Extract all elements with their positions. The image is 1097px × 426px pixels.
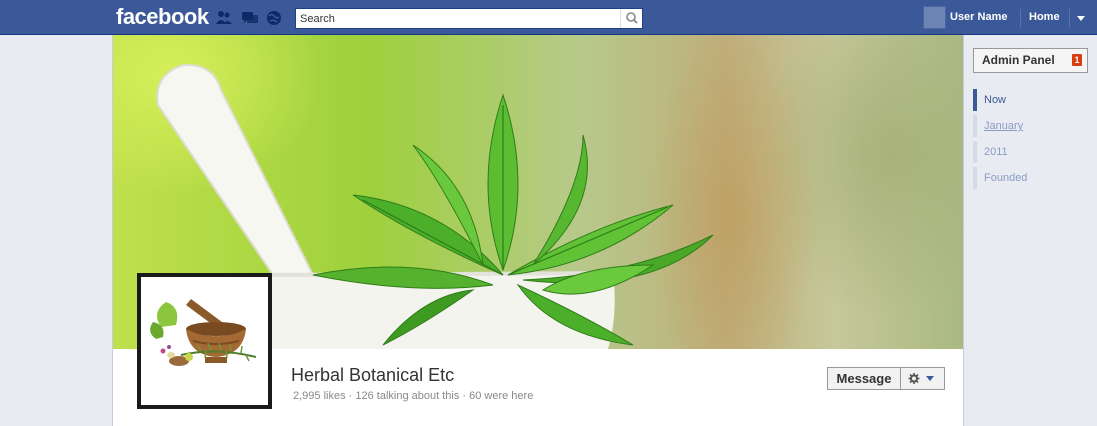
- account-menu-caret-icon[interactable]: [1077, 16, 1085, 21]
- page-stats: 2,995 likes · 126 talking about this · 6…: [293, 390, 534, 402]
- gear-icon: [908, 373, 934, 384]
- profile-picture[interactable]: [137, 273, 272, 409]
- search-button[interactable]: [620, 9, 642, 28]
- admin-panel-button[interactable]: Admin Panel 1: [973, 48, 1088, 73]
- timeline-item-2011[interactable]: 2011: [973, 141, 1073, 163]
- timeline-item-january[interactable]: January: [973, 115, 1073, 137]
- top-bar: facebook User Name Home: [0, 0, 1097, 35]
- page-options-button[interactable]: [901, 367, 945, 390]
- facebook-logo[interactable]: facebook: [116, 4, 209, 30]
- topbar-divider: [1020, 9, 1021, 27]
- search-input[interactable]: [296, 9, 620, 28]
- friend-requests-icon[interactable]: [215, 10, 233, 26]
- search-icon: [626, 12, 638, 24]
- message-button[interactable]: Message: [827, 367, 901, 390]
- topbar-divider: [1069, 9, 1070, 27]
- timeline-item-now[interactable]: Now: [973, 89, 1073, 111]
- messages-icon[interactable]: [241, 10, 259, 26]
- mortar-logo-image: [150, 299, 257, 366]
- search-box: [295, 8, 643, 29]
- user-avatar[interactable]: [923, 6, 946, 29]
- home-link[interactable]: Home: [1029, 11, 1060, 23]
- notifications-icon[interactable]: [265, 10, 283, 26]
- timeline-item-founded[interactable]: Founded: [973, 167, 1073, 189]
- admin-panel-label: Admin Panel: [982, 53, 1055, 67]
- chevron-down-icon: [926, 376, 934, 381]
- page-title[interactable]: Herbal Botanical Etc: [291, 365, 454, 386]
- admin-notification-badge: 1: [1072, 54, 1082, 66]
- user-name-link[interactable]: User Name: [950, 11, 1007, 23]
